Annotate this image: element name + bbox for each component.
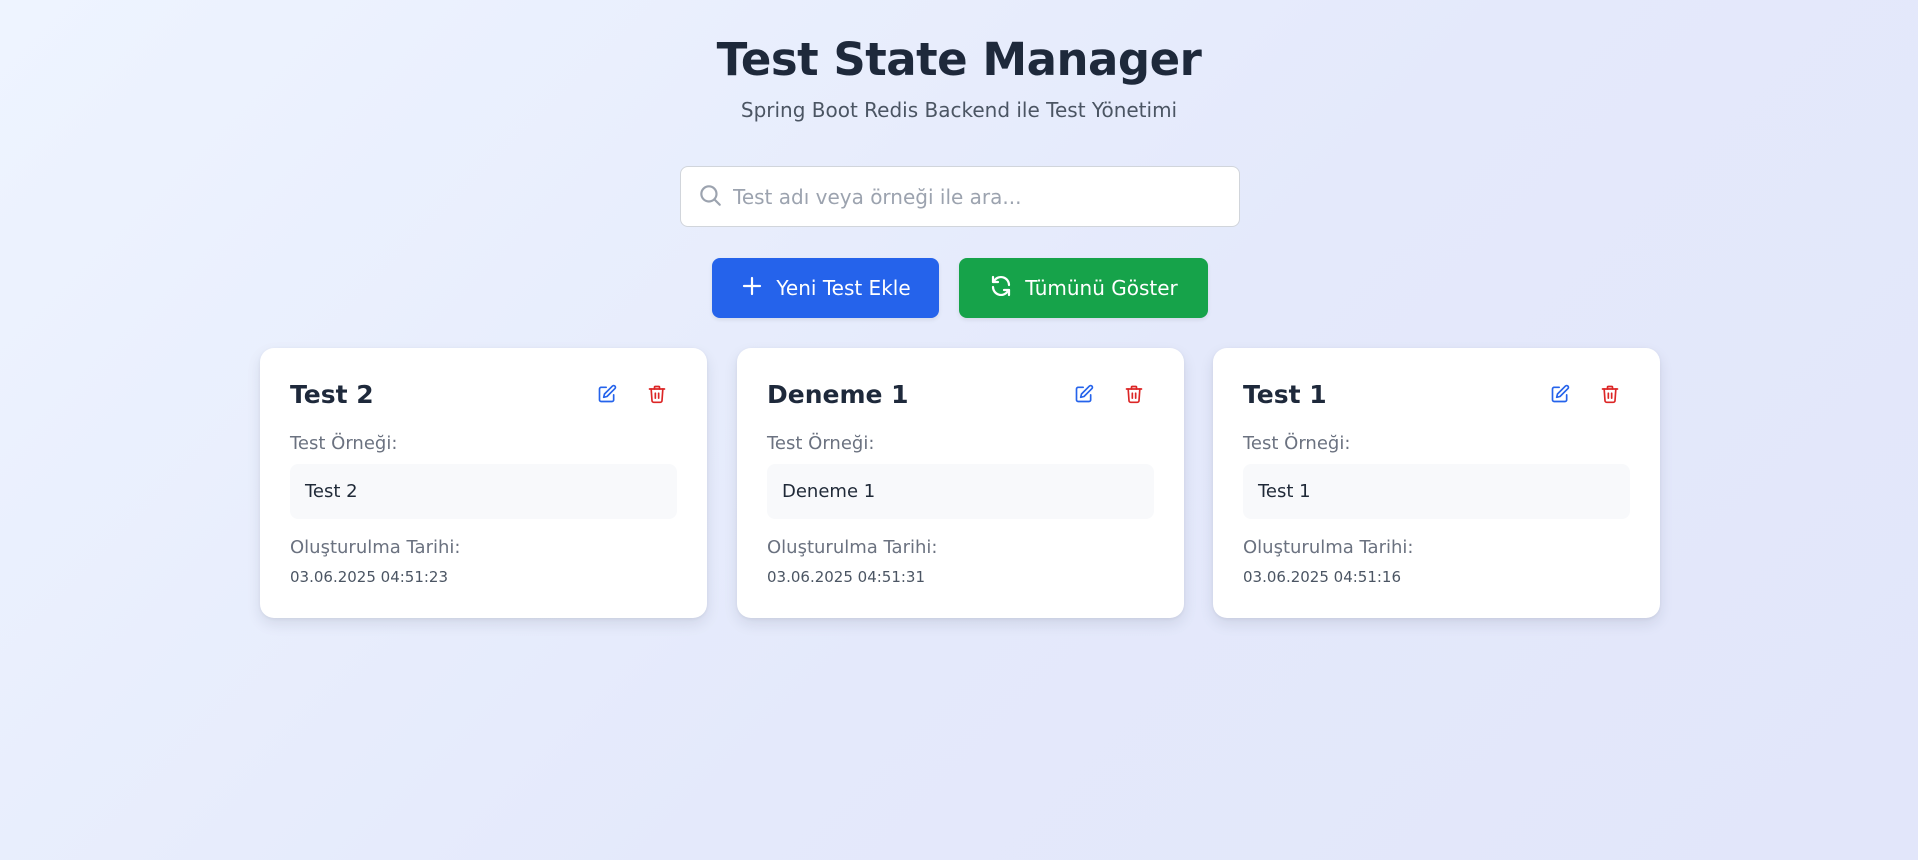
test-card: Test 2 Test Örneği: Test 2 Oluşturulma T… — [260, 348, 707, 618]
page-header: Test State Manager Spring Boot Redis Bac… — [0, 30, 1918, 124]
plus-icon — [740, 274, 776, 303]
edit-icon[interactable] — [1548, 382, 1572, 406]
test-card: Test 1 Test Örneği: Test 1 Oluşturulma T… — [1213, 348, 1660, 618]
example-value: Deneme 1 — [767, 464, 1154, 519]
search-icon — [697, 182, 723, 212]
example-label: Test Örneği: — [767, 433, 875, 454]
page-title: Test State Manager — [716, 33, 1202, 86]
example-value: Test 2 — [290, 464, 677, 519]
example-label: Test Örneği: — [290, 433, 398, 454]
date-label: Oluşturulma Tarihi: — [290, 537, 461, 558]
example-value: Test 1 — [1243, 464, 1630, 519]
search-input[interactable] — [733, 184, 1213, 209]
date-value: 03.06.2025 04:51:16 — [1243, 568, 1402, 586]
card-title: Deneme 1 — [767, 379, 909, 409]
date-value: 03.06.2025 04:51:23 — [290, 568, 449, 586]
add-test-label: Yeni Test Ekle — [776, 276, 911, 300]
page-subtitle: Spring Boot Redis Backend ile Test Yönet… — [740, 98, 1178, 122]
trash-icon[interactable] — [645, 382, 669, 406]
trash-icon[interactable] — [1122, 382, 1146, 406]
show-all-label: Tümünü Göster — [1025, 276, 1178, 300]
edit-icon[interactable] — [595, 382, 619, 406]
refresh-icon — [989, 274, 1025, 303]
edit-icon[interactable] — [1072, 382, 1096, 406]
date-value: 03.06.2025 04:51:31 — [767, 568, 926, 586]
show-all-button[interactable]: Tümünü Göster — [959, 258, 1208, 318]
search-bar — [680, 166, 1240, 227]
date-label: Oluşturulma Tarihi: — [767, 537, 938, 558]
test-card: Deneme 1 Test Örneği: Deneme 1 Oluşturul… — [737, 348, 1184, 618]
add-test-button[interactable]: Yeni Test Ekle — [712, 258, 939, 318]
card-title: Test 1 — [1243, 379, 1327, 409]
trash-icon[interactable] — [1598, 382, 1622, 406]
example-label: Test Örneği: — [1243, 433, 1351, 454]
card-title: Test 2 — [290, 379, 374, 409]
date-label: Oluşturulma Tarihi: — [1243, 537, 1414, 558]
